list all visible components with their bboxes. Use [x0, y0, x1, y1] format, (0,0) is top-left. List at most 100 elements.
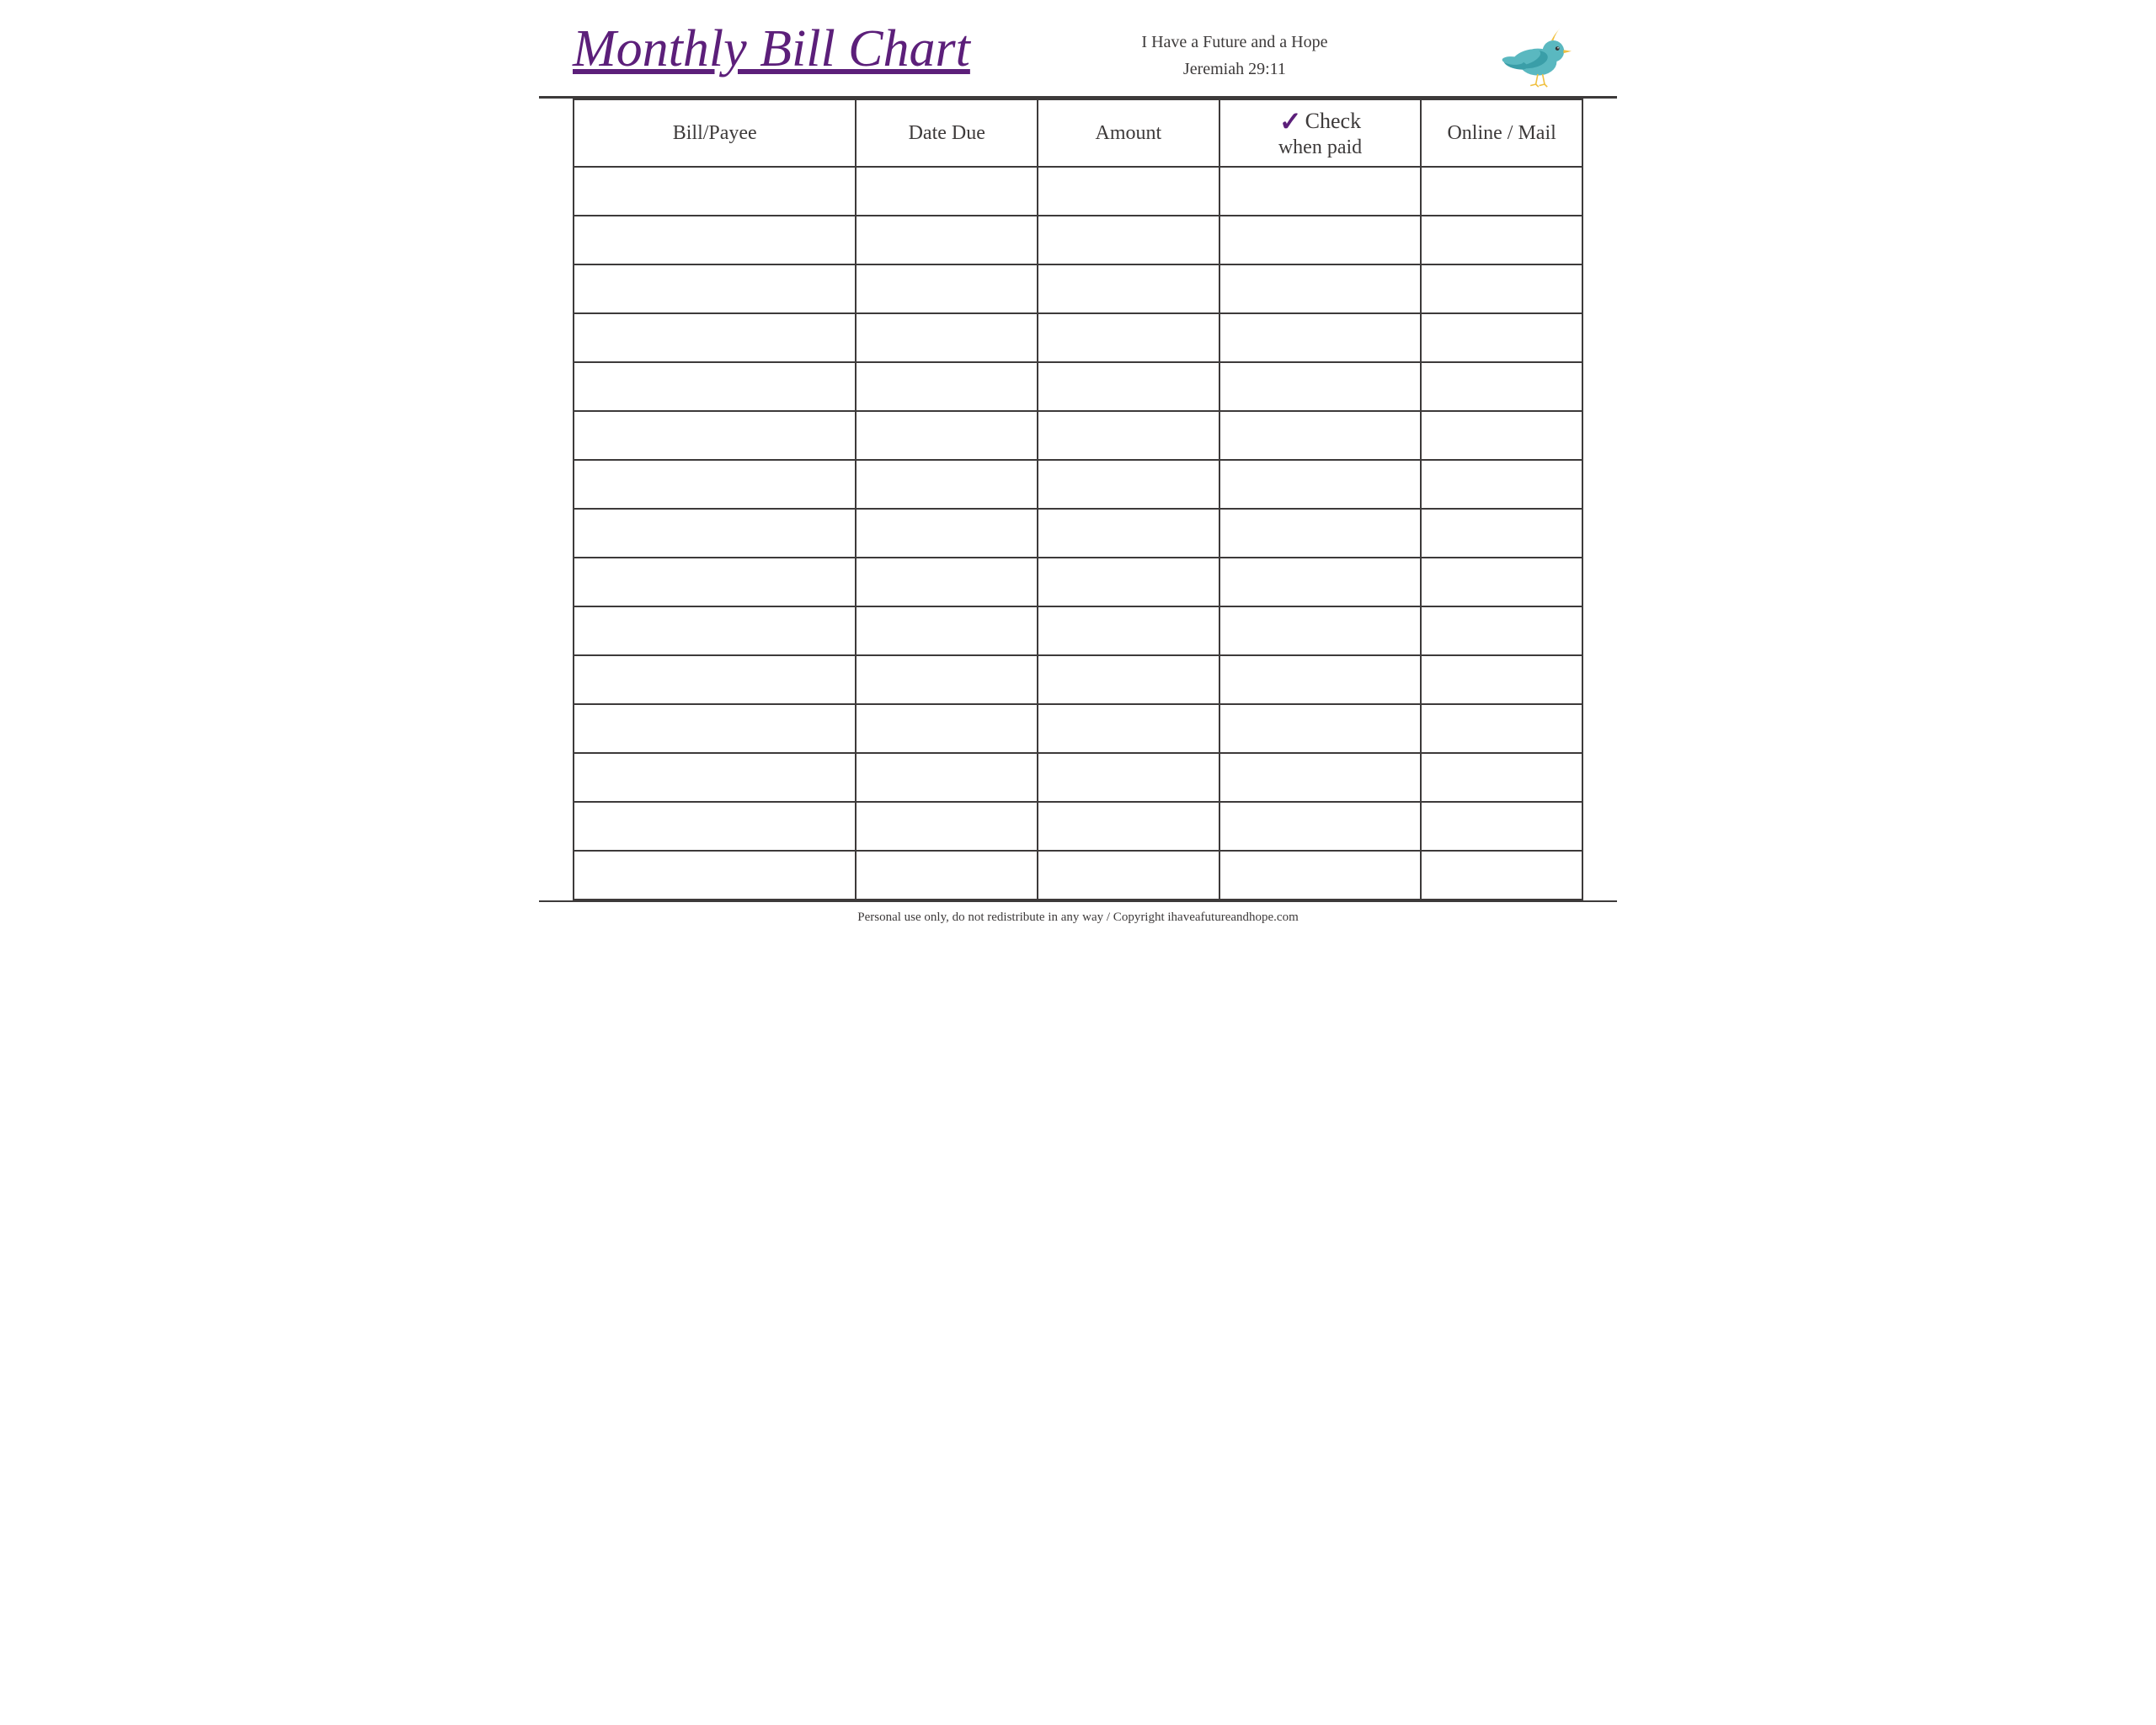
bird-icon [1499, 20, 1583, 88]
table-cell [574, 704, 856, 753]
col-header-amount: Amount [1038, 99, 1219, 167]
table-cell [1219, 655, 1422, 704]
table-cell [1421, 802, 1582, 851]
table-cell [1038, 167, 1219, 216]
bird-area [1499, 20, 1583, 88]
title-block: Monthly Bill Chart [573, 20, 970, 77]
bill-table: Bill/Payee Date Due Amount ✓ Check [573, 99, 1583, 900]
page-title: Monthly Bill Chart [573, 20, 970, 77]
checkmark-icon: ✓ [1279, 108, 1302, 135]
table-cell [856, 460, 1038, 509]
table-cell [1038, 606, 1219, 655]
table-row [574, 606, 1582, 655]
page: Monthly Bill Chart I Have a Future and a… [539, 0, 1617, 933]
table-cell [574, 411, 856, 460]
table-cell [574, 509, 856, 558]
table-cell [1421, 655, 1582, 704]
table-cell [1421, 362, 1582, 411]
table-cell [1421, 509, 1582, 558]
table-cell [1038, 753, 1219, 802]
table-cell [856, 655, 1038, 704]
table-cell [574, 167, 856, 216]
table-cell [1038, 655, 1219, 704]
table-row [574, 509, 1582, 558]
table-cell [856, 753, 1038, 802]
table-cell [574, 216, 856, 264]
check-header-content: ✓ Check when paid [1220, 108, 1421, 159]
footer: Personal use only, do not redistribute i… [539, 900, 1617, 933]
table-cell [1038, 802, 1219, 851]
table-cell [1421, 167, 1582, 216]
table-row [574, 264, 1582, 313]
table-header-row: Bill/Payee Date Due Amount ✓ Check [574, 99, 1582, 167]
table-container: Bill/Payee Date Due Amount ✓ Check [539, 99, 1617, 900]
table-cell [1219, 264, 1422, 313]
footer-text: Personal use only, do not redistribute i… [857, 911, 1299, 924]
table-cell [856, 264, 1038, 313]
table-cell [856, 411, 1038, 460]
table-row [574, 411, 1582, 460]
table-cell [574, 606, 856, 655]
table-cell [574, 753, 856, 802]
table-cell [1421, 411, 1582, 460]
table-row [574, 216, 1582, 264]
table-cell [856, 802, 1038, 851]
table-cell [1038, 411, 1219, 460]
table-cell [1219, 167, 1422, 216]
table-cell [1219, 558, 1422, 606]
check-top: ✓ Check [1279, 108, 1361, 135]
subtitle-line2: Jeremiah 29:11 [1183, 56, 1286, 83]
table-cell [1219, 802, 1422, 851]
table-cell [1219, 460, 1422, 509]
table-cell [1421, 264, 1582, 313]
table-cell [1421, 851, 1582, 900]
table-cell [574, 802, 856, 851]
table-cell [1219, 704, 1422, 753]
table-cell [856, 606, 1038, 655]
table-row [574, 167, 1582, 216]
table-cell [856, 362, 1038, 411]
table-row [574, 753, 1582, 802]
table-cell [1219, 606, 1422, 655]
col-header-check: ✓ Check when paid [1219, 99, 1422, 167]
table-cell [1038, 460, 1219, 509]
table-row [574, 851, 1582, 900]
table-cell [1219, 216, 1422, 264]
table-cell [856, 509, 1038, 558]
table-cell [856, 313, 1038, 362]
table-cell [1421, 753, 1582, 802]
table-cell [856, 558, 1038, 606]
col-header-payee: Bill/Payee [574, 99, 856, 167]
table-cell [1038, 264, 1219, 313]
table-cell [1421, 313, 1582, 362]
subtitle-line1: I Have a Future and a Hope [1141, 29, 1327, 56]
table-cell [1219, 411, 1422, 460]
table-row [574, 704, 1582, 753]
table-cell [1219, 362, 1422, 411]
table-cell [1219, 851, 1422, 900]
table-cell [856, 216, 1038, 264]
table-cell [1038, 851, 1219, 900]
table-row [574, 313, 1582, 362]
table-cell [856, 704, 1038, 753]
table-row [574, 802, 1582, 851]
table-cell [574, 558, 856, 606]
table-cell [1038, 704, 1219, 753]
table-body [574, 167, 1582, 900]
table-cell [1219, 313, 1422, 362]
table-cell [574, 264, 856, 313]
table-cell [574, 460, 856, 509]
table-row [574, 362, 1582, 411]
table-cell [1038, 216, 1219, 264]
table-cell [1421, 704, 1582, 753]
table-cell [1421, 216, 1582, 264]
check-word: Check [1305, 109, 1361, 134]
table-row [574, 558, 1582, 606]
check-bottom: when paid [1278, 136, 1362, 159]
table-cell [1038, 509, 1219, 558]
table-cell [1038, 558, 1219, 606]
table-cell [1219, 509, 1422, 558]
col-header-date: Date Due [856, 99, 1038, 167]
table-cell [1421, 460, 1582, 509]
table-cell [574, 362, 856, 411]
